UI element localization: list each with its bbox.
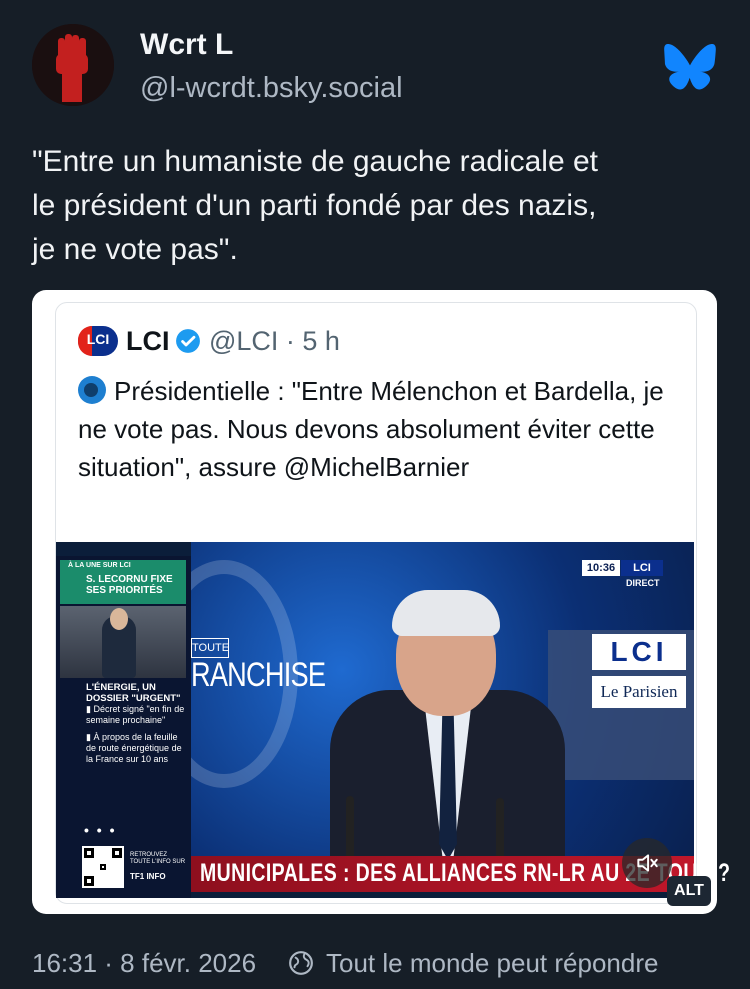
avatar[interactable] bbox=[32, 24, 114, 106]
sidebar-bullet: ▮ À propos de la feuille de route énergé… bbox=[86, 732, 182, 764]
lci-logo-text: LCI bbox=[86, 331, 110, 347]
sidebar-headline: S. LECORNU FIXE SES PRIORITÉS bbox=[86, 574, 173, 596]
toute-label: TOUTE bbox=[191, 638, 229, 658]
sidebar-tag: À LA UNE SUR LCI bbox=[68, 562, 131, 569]
speaker-muted-icon bbox=[637, 854, 658, 872]
broadcast-clock: 10:36 bbox=[582, 560, 620, 576]
sidebar-bullet: ▮ Décret signé "en fin de semaine procha… bbox=[86, 704, 185, 725]
sidebar-photo bbox=[60, 606, 186, 678]
quoted-account-name[interactable]: LCI bbox=[126, 326, 170, 357]
reply-setting: Tout le monde peut répondre bbox=[326, 948, 659, 978]
verified-badge-icon bbox=[176, 329, 200, 353]
post-timestamp[interactable]: 16:31 · 8 févr. 2026 bbox=[32, 948, 256, 979]
alt-text-button[interactable]: ALT bbox=[667, 876, 711, 906]
qr-code-icon bbox=[82, 846, 124, 888]
direct-label: DIRECT bbox=[626, 578, 660, 588]
speaker-figure bbox=[330, 590, 565, 862]
speaking-head-icon bbox=[78, 376, 106, 404]
bluesky-butterfly-icon[interactable] bbox=[664, 44, 716, 90]
quoted-meta: @LCI · 5 h bbox=[209, 326, 340, 356]
sidebar-details: L'ÉNERGIE, UN DOSSIER "URGENT" ▮ Décret … bbox=[86, 682, 186, 765]
author-name[interactable]: Wcrt L bbox=[140, 28, 233, 62]
microphone bbox=[346, 796, 354, 860]
qr-note: RETROUVEZ TOUTE L'INFO SUR bbox=[130, 852, 186, 865]
microphone bbox=[496, 798, 504, 860]
author-handle[interactable]: @l-wcrdt.bsky.social bbox=[140, 72, 403, 105]
quoted-text: Présidentielle : "Entre Mélenchon et Bar… bbox=[78, 372, 678, 486]
tf1-info-label: TF1 INFO bbox=[130, 872, 166, 881]
lci-avatar[interactable]: LCI bbox=[78, 326, 118, 356]
broadcast-brand: LCI bbox=[621, 560, 663, 576]
mute-icon[interactable] bbox=[622, 838, 672, 888]
franchise-label: RANCHISE bbox=[191, 656, 326, 694]
quoted-text-body: Présidentielle : "Entre Mélenchon et Bar… bbox=[78, 376, 664, 482]
reply-settings-icon bbox=[289, 951, 313, 975]
sidebar-dots: • • • bbox=[84, 822, 117, 838]
sidebar-section: L'ÉNERGIE, UN DOSSIER "URGENT" bbox=[86, 682, 181, 704]
post-text: "Entre un humaniste de gauche radicale e… bbox=[32, 145, 599, 266]
le-parisien-panel: Le Parisien bbox=[592, 676, 686, 708]
lci-panel: LCI bbox=[592, 634, 686, 670]
raised-fist-icon bbox=[32, 24, 114, 106]
